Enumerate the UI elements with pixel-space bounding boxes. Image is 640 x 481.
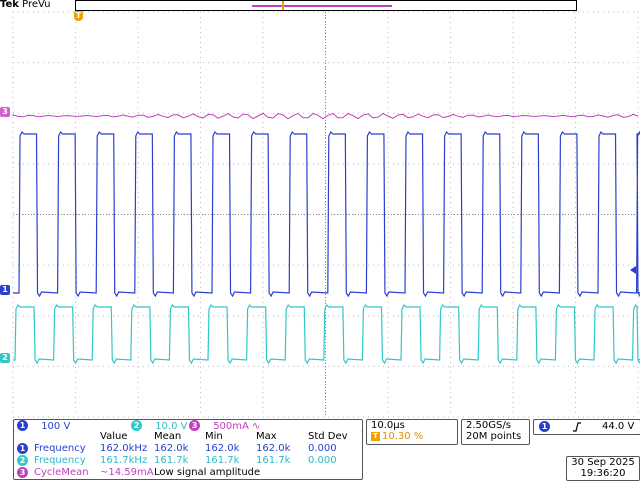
measurement-stddev: 0.000 — [308, 443, 337, 454]
channel-1-scale-value: 100 V — [41, 420, 71, 432]
time-label: 19:36:20 — [580, 468, 626, 479]
trigger-box[interactable]: 1 44.0 V — [533, 419, 640, 435]
measurement-min: 162.0k — [205, 443, 240, 454]
measurement-source-badge: 3 — [17, 467, 28, 478]
measurement-row[interactable]: 1 Frequency 162.0kHz 162.0k 162.0k 162.0… — [14, 443, 362, 455]
trigger-level-arrow-icon[interactable] — [630, 266, 636, 274]
measurement-value: 162.0kHz — [100, 443, 148, 454]
measurement-max: 162.0k — [256, 443, 291, 454]
channel-3-badge: 3 — [189, 420, 200, 431]
measurement-value: 161.7kHz — [100, 455, 148, 466]
col-mean-header: Mean — [154, 431, 182, 442]
measurement-name: Frequency — [34, 455, 86, 466]
measurement-max: 161.7k — [256, 455, 291, 466]
trigger-source-badge: 1 — [539, 421, 550, 432]
measurement-value: ~14.59mA — [100, 467, 154, 478]
measurement-min: 161.7k — [205, 455, 240, 466]
measurement-row[interactable]: 2 Frequency 161.7kHz 161.7k 161.7k 161.7… — [14, 455, 362, 467]
col-max-header: Max — [256, 431, 277, 442]
channel-1-marker[interactable]: 1 — [0, 285, 10, 295]
measurement-header-row: Value Mean Min Max Std Dev — [14, 431, 362, 443]
graticule-center-axes — [13, 12, 638, 417]
col-min-header: Min — [205, 431, 223, 442]
rising-edge-icon — [573, 422, 581, 432]
timebase-box[interactable]: 10.0μs T 10.30 % — [366, 419, 458, 445]
acquisition-box[interactable]: 2.50GS/s 20M points — [461, 419, 530, 445]
measurement-mean: 162.0k — [154, 443, 189, 454]
col-value-header: Value — [100, 431, 128, 442]
waveform-display[interactable] — [0, 0, 640, 420]
channel-3-scale-value: 500mA ∿ — [213, 420, 261, 432]
trigger-position-icon: T — [371, 431, 380, 441]
measurement-source-badge: 2 — [17, 455, 28, 466]
channel-3-marker[interactable]: 3 — [0, 107, 10, 117]
channel-2-waveform — [13, 303, 640, 365]
channel-1-waveform — [13, 130, 640, 298]
measurement-mean: 161.7k — [154, 455, 189, 466]
trigger-position-readout: T 10.30 % — [371, 431, 423, 443]
trigger-level: 44.0 V — [602, 421, 635, 432]
status-panel: 1 100 V 2 10.0 V 3 500mA ∿ 10.0μs T 10.30… — [0, 419, 640, 481]
measurement-warning: Low signal amplitude — [154, 467, 261, 478]
channel-1-badge: 1 — [17, 420, 28, 431]
channel-2-badge: 2 — [131, 420, 142, 431]
measurement-row[interactable]: 3 CycleMean ~14.59mA Low signal amplitud… — [14, 467, 362, 479]
col-stddev-header: Std Dev — [308, 431, 348, 442]
date-time-box[interactable]: 30 Sep 2025 19:36:20 — [566, 456, 640, 481]
measurement-name: Frequency — [34, 443, 86, 454]
record-length: 20M points — [466, 431, 522, 442]
measurement-stddev: 0.000 — [308, 455, 337, 466]
measurement-name: CycleMean — [34, 467, 89, 478]
measurement-source-badge: 1 — [17, 443, 28, 454]
date-label: 30 Sep 2025 — [571, 457, 635, 468]
channel-2-marker[interactable]: 2 — [0, 353, 10, 363]
channel-2-scale-value: 10.0 V — [155, 420, 188, 432]
measurement-table: Value Mean Min Max Std Dev 1 Frequency 1… — [13, 431, 363, 480]
